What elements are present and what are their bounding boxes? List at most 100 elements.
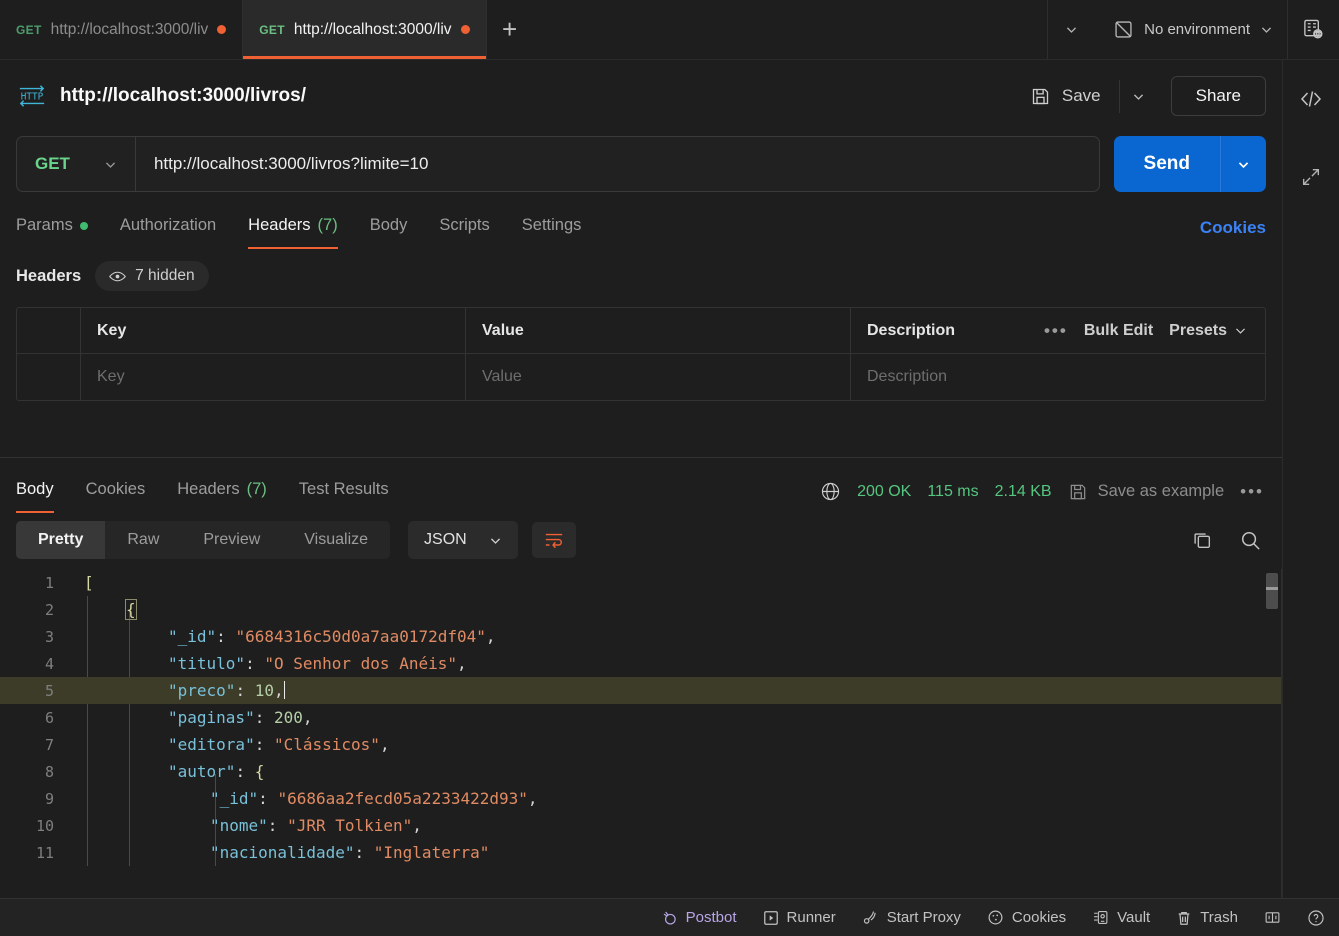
postman-window: GET http://localhost:3000/liv GET http:/…	[0, 0, 1339, 936]
request-header-actions: Save Share	[1018, 76, 1266, 116]
row-checkbox-cell[interactable]	[17, 354, 81, 400]
code-token: :	[354, 843, 374, 862]
response-tab-headers[interactable]: Headers (7)	[161, 470, 283, 513]
main-column: HTTP http://localhost:3000/livros/ Save	[0, 60, 1282, 898]
presets-button[interactable]: Presets	[1169, 322, 1247, 340]
wrap-lines-button[interactable]	[531, 522, 576, 558]
request-tab-2[interactable]: GET http://localhost:3000/liv	[243, 0, 487, 59]
code-line[interactable]: 3 "_id": "6684316c50d0a7aa0172df04",	[0, 623, 1282, 650]
send-button[interactable]: Send	[1113, 136, 1220, 192]
save-button[interactable]: Save	[1018, 78, 1113, 115]
cookies-link[interactable]: Cookies	[1200, 218, 1266, 238]
postbot-icon	[661, 909, 678, 926]
code-lines: 1[2{3 "_id": "6684316c50d0a7aa0172df04", 4…	[0, 569, 1282, 866]
environment-selector[interactable]: No environment	[1095, 0, 1287, 59]
layout-toggle-button[interactable]	[1264, 909, 1281, 926]
save-as-example-button[interactable]: Save as example	[1068, 482, 1225, 502]
view-mode-preview[interactable]: Preview	[181, 521, 282, 559]
view-mode-visualize[interactable]: Visualize	[282, 521, 390, 559]
response-format-select[interactable]: JSON	[408, 521, 518, 559]
tab-body[interactable]: Body	[354, 206, 424, 249]
status-postbot-button[interactable]: Postbot	[661, 909, 737, 926]
code-token: "JRR Tolkien"	[287, 816, 413, 835]
response-view-mode-group: Pretty Raw Preview Visualize	[16, 521, 391, 559]
tab-params[interactable]: Params	[16, 206, 104, 249]
status-runner-button[interactable]: Runner	[763, 909, 836, 926]
code-line[interactable]: 8 "autor": {	[0, 758, 1282, 785]
save-options-chevron-down-icon[interactable]	[1118, 79, 1157, 113]
code-line[interactable]: 11 "nacionalidade": "Inglaterra"	[0, 839, 1282, 866]
code-line[interactable]: 1[	[0, 569, 1282, 596]
more-options-icon[interactable]: •••	[1044, 321, 1068, 341]
response-tab-test-results[interactable]: Test Results	[283, 470, 405, 513]
save-as-example-label: Save as example	[1097, 482, 1225, 500]
response-body-code[interactable]: 1[2{3 "_id": "6684316c50d0a7aa0172df04", 4…	[0, 569, 1282, 898]
search-icon[interactable]	[1239, 529, 1262, 552]
status-vault-button[interactable]: Vault	[1092, 909, 1150, 926]
expand-collapse-icon[interactable]	[1294, 160, 1328, 194]
status-cookies-label: Cookies	[1011, 909, 1067, 926]
code-token: :	[258, 789, 278, 808]
tab-headers[interactable]: Headers (7)	[232, 206, 354, 249]
tab-settings[interactable]: Settings	[506, 206, 598, 249]
code-snippet-icon[interactable]	[1294, 82, 1328, 116]
share-button[interactable]: Share	[1170, 76, 1266, 116]
environment-quick-look-button[interactable]	[1287, 0, 1339, 59]
unsaved-dot-icon	[217, 25, 227, 34]
column-header-description: Description	[867, 321, 956, 339]
help-button[interactable]	[1307, 909, 1325, 927]
view-mode-raw[interactable]: Raw	[105, 521, 181, 559]
tab-scripts[interactable]: Scripts	[423, 206, 505, 249]
code-token: 10	[254, 681, 274, 700]
code-line[interactable]: 10 "nome": "JRR Tolkien",	[0, 812, 1282, 839]
tab-headers-count: (7)	[317, 216, 338, 234]
format-chevron-down-icon	[489, 534, 502, 547]
url-input[interactable]: http://localhost:3000/livros?limite=10	[136, 137, 1099, 191]
code-line-text: "_id": "6686aa2fecd05a2233422d93",	[68, 789, 538, 808]
bulk-edit-button[interactable]: Bulk Edit	[1084, 322, 1153, 340]
http-method-select[interactable]: GET	[17, 137, 136, 191]
new-header-value-input[interactable]: Value	[466, 354, 851, 400]
response-tab-body[interactable]: Body	[16, 470, 70, 513]
copy-icon[interactable]	[1191, 529, 1213, 551]
response-tab-headers-label: Headers	[177, 480, 240, 498]
code-line[interactable]: 4 "titulo": "O Senhor dos Anéis",	[0, 650, 1282, 677]
new-header-key-input[interactable]: Key	[81, 354, 466, 400]
code-vertical-scrollbar[interactable]	[1266, 573, 1278, 609]
new-tab-button[interactable]: +	[487, 0, 533, 59]
save-example-disk-icon	[1068, 482, 1088, 502]
status-bar: Postbot Runner Start Proxy Cookies Vault…	[0, 898, 1339, 936]
tab-authorization[interactable]: Authorization	[104, 206, 232, 249]
response-tab-cookies[interactable]: Cookies	[70, 470, 162, 513]
code-token: :	[235, 762, 255, 781]
code-token: 200	[273, 708, 303, 727]
request-title: http://localhost:3000/livros/	[60, 85, 306, 106]
code-line[interactable]: 6 "paginas": 200,	[0, 704, 1282, 731]
tab-list-chevron-down-icon[interactable]	[1047, 0, 1095, 59]
code-line[interactable]: 9 "_id": "6686aa2fecd05a2233422d93",	[0, 785, 1282, 812]
request-tab-1[interactable]: GET http://localhost:3000/liv	[0, 0, 244, 59]
url-box: GET http://localhost:3000/livros?limite=…	[16, 136, 1100, 192]
view-mode-pretty[interactable]: Pretty	[16, 521, 106, 559]
headers-table-actions: ••• Bulk Edit Presets	[1044, 321, 1249, 341]
code-line[interactable]: 2{	[0, 596, 1282, 623]
tab-headers-label: Headers	[248, 216, 311, 234]
status-trash-button[interactable]: Trash	[1176, 909, 1238, 926]
network-globe-icon[interactable]	[820, 481, 841, 502]
no-environment-icon	[1113, 19, 1134, 40]
status-start-proxy-button[interactable]: Start Proxy	[862, 909, 961, 926]
line-number: 4	[44, 654, 54, 673]
code-line-text: "nome": "JRR Tolkien",	[68, 816, 422, 835]
send-options-chevron-down-icon[interactable]	[1220, 136, 1266, 192]
hidden-headers-toggle[interactable]: 7 hidden	[95, 261, 209, 291]
tab-scripts-label: Scripts	[439, 216, 490, 234]
status-cookies-button[interactable]: Cookies	[987, 909, 1066, 926]
code-token: "autor"	[168, 762, 236, 781]
code-line[interactable]: 5 "preco": 10,	[0, 677, 1282, 704]
url-row: GET http://localhost:3000/livros?limite=…	[0, 136, 1282, 192]
response-more-options-icon[interactable]: •••	[1240, 482, 1264, 502]
new-header-description-input[interactable]: Description	[851, 354, 1265, 400]
response-pane: Body Cookies Headers (7) Test Results 20…	[0, 458, 1282, 898]
select-all-cell[interactable]	[17, 308, 81, 353]
code-line[interactable]: 7 "editora": "Clássicos",	[0, 731, 1282, 758]
